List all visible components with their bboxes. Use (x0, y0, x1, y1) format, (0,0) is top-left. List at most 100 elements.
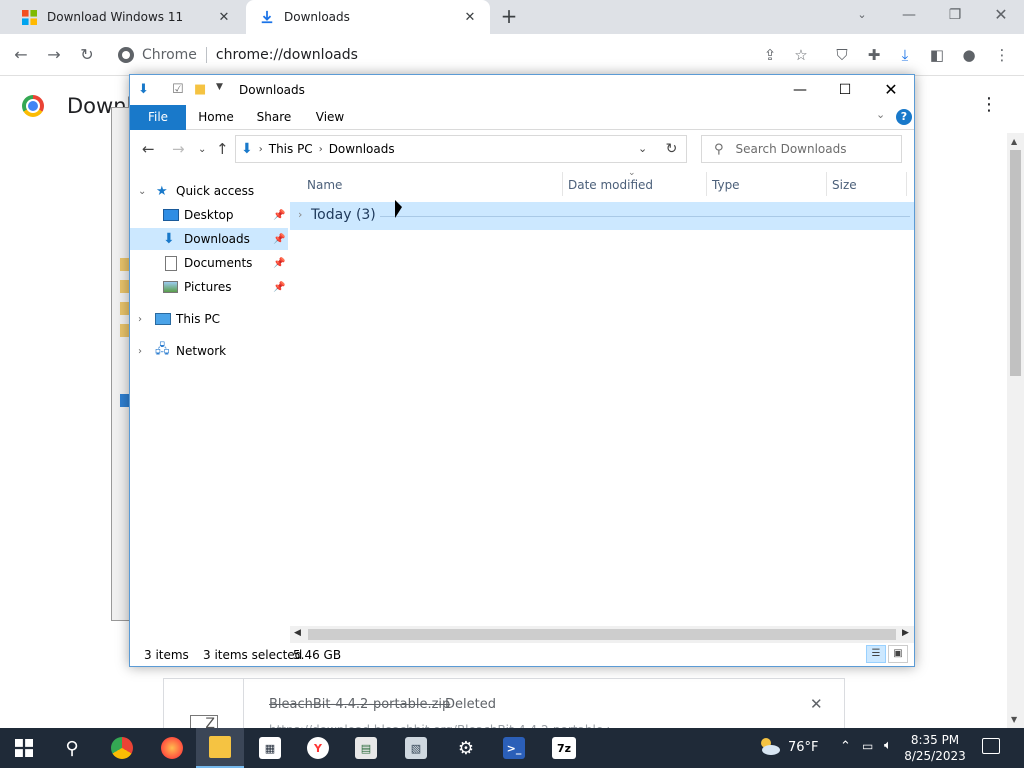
explorer-back-button[interactable]: ← (142, 140, 155, 158)
taskbar-chrome-icon[interactable] (98, 728, 146, 768)
close-window-button[interactable]: ✕ (987, 4, 1015, 26)
search-placeholder: Search Downloads (735, 142, 847, 156)
nav-documents[interactable]: Documents 📌 (130, 252, 288, 274)
breadcrumb-downloads[interactable]: Downloads (329, 142, 395, 156)
taskbar-store-icon[interactable]: ▦ (246, 728, 294, 768)
taskbar-imaging-icon[interactable]: ▧ (392, 728, 440, 768)
pin-icon[interactable]: 📌 (273, 210, 285, 221)
start-button[interactable] (0, 728, 48, 768)
explorer-minimize-button[interactable]: — (785, 79, 815, 101)
group-header-today[interactable]: › Today (3) (290, 202, 914, 230)
nav-downloads[interactable]: ⬇ Downloads 📌 (130, 228, 288, 250)
help-icon[interactable]: ? (896, 109, 912, 125)
download-filename[interactable]: BleachBit-4.4.2-portable.zip (269, 697, 450, 712)
scroll-left-arrow-icon[interactable]: ◀ (294, 628, 301, 638)
ribbon-tab-view[interactable]: View (306, 105, 354, 130)
page-scrollbar[interactable]: ▲ ▼ (1007, 133, 1024, 728)
explorer-address-bar[interactable]: ⬇ › This PC › Downloads ⌄ (235, 135, 687, 163)
profile-avatar-icon[interactable]: ● (958, 44, 980, 66)
taskbar-powershell-icon[interactable]: >_ (490, 728, 538, 768)
scrollbar-thumb[interactable] (1010, 150, 1021, 376)
side-panel-icon[interactable]: ◧ (926, 44, 948, 66)
scrollbar-thumb[interactable] (308, 629, 896, 640)
weather-temperature[interactable]: 76°F (788, 740, 819, 755)
collapse-chevron-icon[interactable]: ⌄ (138, 186, 146, 197)
scroll-down-arrow-icon[interactable]: ▼ (1011, 715, 1017, 724)
column-header-name[interactable]: Name (307, 178, 342, 192)
explorer-forward-button[interactable]: → (172, 140, 185, 158)
restore-button[interactable]: ❐ (941, 4, 969, 26)
nav-this-pc[interactable]: › This PC (130, 308, 288, 330)
expand-chevron-icon[interactable]: › (138, 314, 142, 325)
large-icons-view-icon[interactable]: ▣ (888, 645, 908, 663)
computer-icon (155, 313, 171, 325)
tab-search-icon[interactable]: ⌄ (848, 4, 876, 26)
tab-downloads[interactable]: Downloads ✕ (246, 0, 490, 34)
pin-icon[interactable]: 📌 (273, 282, 285, 293)
tab-download-windows-11[interactable]: Download Windows 11 ✕ (8, 0, 244, 34)
bookmark-star-icon[interactable]: ☆ (790, 44, 812, 66)
expand-group-chevron-icon[interactable]: › (298, 208, 302, 221)
new-tab-button[interactable]: + (498, 6, 520, 28)
taskbar-settings-icon[interactable]: ⚙ (442, 728, 490, 768)
share-icon[interactable]: ⇪ (759, 44, 781, 66)
taskbar-yandex-icon[interactable]: Y (294, 728, 342, 768)
nav-desktop[interactable]: Desktop 📌 (130, 204, 288, 226)
new-folder-icon[interactable]: ■ (194, 82, 206, 97)
details-view-icon[interactable]: ☰ (866, 645, 886, 663)
file-list: Name ⌄ Date modified Type Size › Today (… (290, 168, 914, 624)
status-selected-count: 3 items selected (203, 648, 303, 662)
chrome-menu-icon[interactable]: ⋮ (991, 44, 1013, 66)
column-header-size[interactable]: Size (832, 178, 857, 192)
clock-date: 8/25/2023 (904, 749, 966, 763)
taskbar-app-icon[interactable]: ▤ (342, 728, 390, 768)
back-button[interactable]: ← (10, 44, 32, 66)
refresh-button[interactable]: ↻ (657, 135, 687, 163)
horizontal-scrollbar[interactable]: ◀ ▶ (290, 626, 914, 643)
search-input[interactable]: ⚲ Search Downloads (701, 135, 902, 163)
scroll-right-arrow-icon[interactable]: ▶ (902, 628, 909, 638)
minimize-button[interactable]: — (895, 4, 923, 26)
explorer-close-button[interactable]: ✕ (876, 79, 906, 101)
background-window[interactable] (111, 107, 131, 621)
taskbar-7zip-icon[interactable]: 7z (540, 728, 588, 768)
extensions-puzzle-icon[interactable]: ✚ (863, 44, 885, 66)
column-header-date-modified[interactable]: Date modified (568, 178, 653, 192)
expand-chevron-icon[interactable]: › (138, 346, 142, 357)
forward-button[interactable]: → (43, 44, 65, 66)
scroll-up-arrow-icon[interactable]: ▲ (1011, 137, 1017, 146)
customize-toolbar-icon[interactable]: ▼ (216, 82, 223, 92)
properties-check-icon[interactable]: ☑ (172, 82, 184, 97)
close-tab-icon[interactable]: ✕ (216, 9, 232, 25)
ribbon-tab-share[interactable]: Share (250, 105, 298, 130)
clock[interactable]: 8:35 PM 8/25/2023 (888, 732, 982, 764)
downloads-icon[interactable]: ⤓ (894, 44, 916, 66)
ublock-shield-icon[interactable]: ⛉ (831, 44, 853, 66)
explorer-maximize-button[interactable]: ☐ (830, 79, 860, 101)
show-hidden-icons-icon[interactable]: ⌃ (840, 739, 851, 754)
breadcrumb-this-pc[interactable]: This PC (269, 142, 313, 156)
reload-button[interactable]: ↻ (76, 44, 98, 66)
address-bar[interactable]: Chrome chrome://downloads (108, 39, 820, 71)
nav-network[interactable]: › 🖧 Network (130, 340, 288, 362)
recent-locations-icon[interactable]: ⌄ (198, 144, 206, 155)
taskbar-firefox-icon[interactable] (148, 728, 196, 768)
ribbon-tab-home[interactable]: Home (192, 105, 240, 130)
ribbon-tab-file[interactable]: File (130, 105, 186, 130)
taskbar-search-icon[interactable]: ⚲ (48, 728, 96, 768)
up-one-level-button[interactable]: ↑ (216, 140, 229, 158)
notifications-icon[interactable] (982, 738, 1000, 754)
expand-ribbon-icon[interactable]: ⌄ (876, 108, 885, 121)
address-dropdown-icon[interactable]: ⌄ (638, 142, 647, 155)
network-tray-icon[interactable]: ▭ (862, 739, 873, 753)
taskbar-file-explorer-icon[interactable] (196, 728, 244, 768)
close-tab-icon[interactable]: ✕ (462, 9, 478, 25)
pictures-icon (163, 281, 178, 293)
remove-download-icon[interactable]: ✕ (810, 695, 823, 713)
page-menu-icon[interactable]: ⋮ (980, 94, 998, 115)
column-header-type[interactable]: Type (712, 178, 740, 192)
pin-icon[interactable]: 📌 (273, 234, 285, 245)
pin-icon[interactable]: 📌 (273, 258, 285, 269)
nav-quick-access[interactable]: ⌄ ★ Quick access (130, 180, 288, 202)
nav-pictures[interactable]: Pictures 📌 (130, 276, 288, 298)
